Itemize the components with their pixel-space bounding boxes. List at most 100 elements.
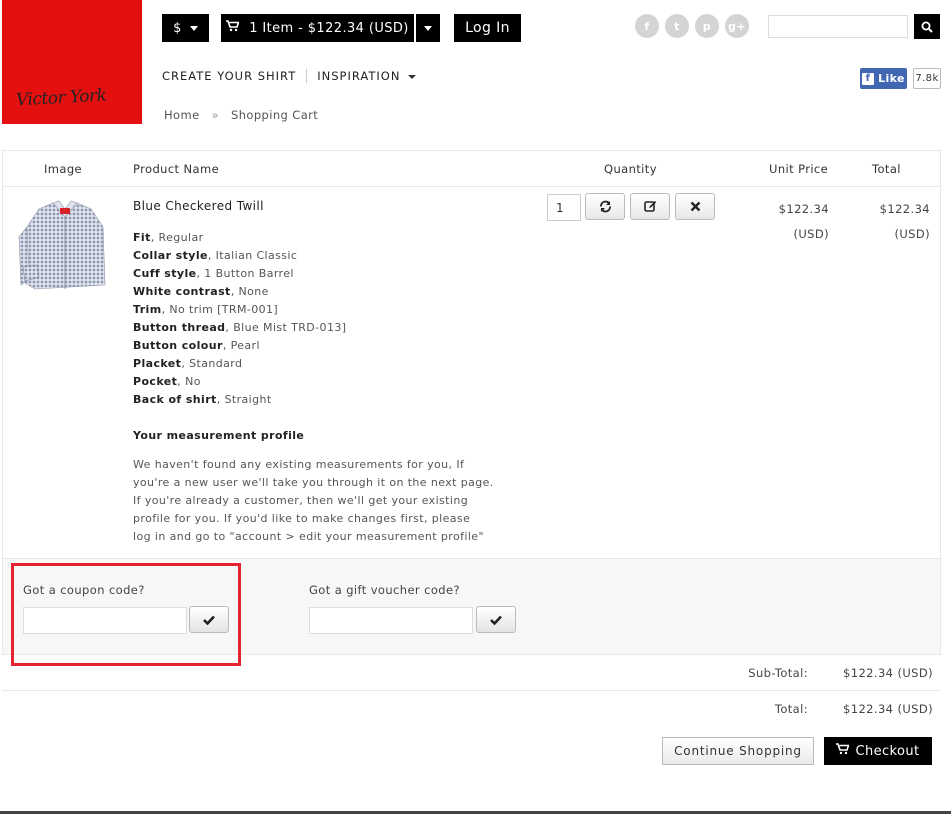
- breadcrumb-home[interactable]: Home: [164, 108, 200, 122]
- quantity-input[interactable]: 1: [547, 194, 581, 221]
- header-total: Total: [872, 162, 901, 176]
- apply-voucher-button[interactable]: [476, 606, 516, 633]
- table-row: Blue Checkered Twill Fit, Regular Collar…: [3, 187, 940, 559]
- nav-create-your-shirt[interactable]: CREATE YOUR SHIRT: [162, 69, 296, 83]
- measure-line: If you're already a customer, then we'll…: [133, 494, 469, 507]
- caret-down-icon: [424, 25, 432, 31]
- measure-line: We haven't found any existing measuremen…: [133, 458, 465, 471]
- option-key: Trim: [133, 303, 162, 316]
- edit-item-button[interactable]: [630, 193, 670, 220]
- option-key: Cuff style: [133, 267, 197, 280]
- header-quantity: Quantity: [604, 162, 657, 176]
- search-button[interactable]: [914, 14, 940, 39]
- option-key: Button thread: [133, 321, 226, 334]
- line-total-currency: (USD): [894, 227, 930, 241]
- cart-dropdown-toggle[interactable]: [416, 14, 440, 42]
- option-line: Button colour, Pearl: [133, 337, 346, 355]
- header-unit-price: Unit Price: [769, 162, 829, 176]
- pinterest-icon[interactable]: p: [695, 14, 719, 38]
- option-key: Fit: [133, 231, 151, 244]
- edit-icon: [643, 201, 656, 212]
- option-key: Button colour: [133, 339, 223, 352]
- measurement-profile-title: Your measurement profile: [133, 429, 305, 442]
- unit-price-value: $122.34: [778, 202, 829, 216]
- login-button[interactable]: Log In: [454, 14, 521, 42]
- unit-price-currency: (USD): [793, 227, 829, 241]
- shirt-product-image[interactable]: [17, 197, 113, 297]
- main-nav: CREATE YOUR SHIRT INSPIRATION: [162, 69, 417, 83]
- option-line: Collar style, Italian Classic: [133, 247, 346, 265]
- caret-down-icon: [189, 25, 198, 31]
- option-value: , 1 Button Barrel: [196, 267, 294, 280]
- fb-like-label: Like: [878, 72, 905, 85]
- total-label: Total:: [774, 702, 808, 716]
- checkout-label: Checkout: [855, 743, 920, 759]
- search-input[interactable]: [768, 15, 908, 38]
- cart-table: Image Product Name Quantity Unit Price T…: [2, 150, 941, 560]
- line-total-value: $122.34: [879, 202, 930, 216]
- subtotal-row: Sub-Total: $122.34 (USD): [2, 655, 941, 691]
- option-line: Placket, Standard: [133, 355, 346, 373]
- nav-inspiration-label: INSPIRATION: [317, 69, 401, 83]
- refresh-icon: [599, 200, 611, 213]
- option-line: Fit, Regular: [133, 229, 346, 247]
- line-total: $122.34 (USD): [880, 197, 930, 247]
- currency-label: $: [173, 20, 182, 36]
- option-value: , Italian Classic: [207, 249, 298, 262]
- option-value: , None: [230, 285, 269, 298]
- gift-voucher-input[interactable]: [309, 607, 473, 634]
- search-icon: [921, 21, 933, 33]
- option-line: Pocket, No: [133, 373, 346, 391]
- option-key: Collar style: [133, 249, 208, 262]
- remove-item-button[interactable]: [675, 193, 715, 220]
- cart-summary: 1 Item - $122.34 (USD): [249, 20, 409, 36]
- option-key: Back of shirt: [133, 393, 217, 406]
- option-value: , No: [177, 375, 201, 388]
- brand-logo[interactable]: Victor York: [2, 0, 142, 124]
- option-key: White contrast: [133, 285, 231, 298]
- cart-button[interactable]: 1 Item - $122.34 (USD): [221, 14, 414, 42]
- nav-inspiration[interactable]: INSPIRATION: [317, 69, 417, 83]
- option-value: , Straight: [216, 393, 272, 406]
- option-line: Button thread, Blue Mist TRD-013]: [133, 319, 346, 337]
- header-image: Image: [44, 162, 83, 176]
- facebook-icon[interactable]: f: [635, 14, 659, 38]
- total-row: Total: $122.34 (USD): [2, 691, 941, 727]
- cart-icon: [226, 20, 240, 36]
- checkmark-icon: [490, 615, 502, 625]
- currency-dropdown[interactable]: $: [162, 14, 209, 42]
- logo-text: Victor York: [15, 85, 107, 111]
- voucher-label: Got a gift voucher code?: [309, 583, 460, 597]
- option-key: Placket: [133, 357, 182, 370]
- social-links: f t p g+: [635, 14, 749, 38]
- option-key: Pocket: [133, 375, 178, 388]
- facebook-icon: f: [862, 72, 875, 85]
- option-line: White contrast, None: [133, 283, 346, 301]
- breadcrumb: Home » Shopping Cart: [164, 108, 318, 122]
- product-name-link[interactable]: Blue Checkered Twill: [133, 199, 264, 213]
- total-value: $122.34 (USD): [843, 702, 933, 716]
- subtotal-value: $122.34 (USD): [843, 666, 933, 680]
- breadcrumb-current[interactable]: Shopping Cart: [231, 108, 318, 122]
- unit-price: $122.34 (USD): [779, 197, 829, 247]
- facebook-like-button[interactable]: f Like: [860, 68, 907, 89]
- measure-line: profile for you. If you'd like to make c…: [133, 512, 471, 525]
- checkout-button[interactable]: Checkout: [824, 737, 932, 765]
- option-line: Cuff style, 1 Button Barrel: [133, 265, 346, 283]
- update-quantity-button[interactable]: [585, 193, 625, 220]
- fb-like-count: 7.8k: [913, 68, 941, 89]
- caret-down-icon: [408, 74, 417, 79]
- coupon-highlight-box: [11, 563, 241, 666]
- continue-shopping-button[interactable]: Continue Shopping: [662, 737, 814, 765]
- twitter-icon[interactable]: t: [665, 14, 689, 38]
- breadcrumb-separator: »: [211, 108, 219, 122]
- measure-line: log in and go to "account > edit your me…: [133, 530, 484, 543]
- remove-icon: [690, 201, 700, 212]
- google-plus-icon[interactable]: g+: [725, 14, 749, 38]
- option-value: , No trim [TRM-001]: [161, 303, 279, 316]
- subtotal-label: Sub-Total:: [748, 666, 808, 680]
- measurement-profile-text: We haven't found any existing measuremen…: [133, 456, 523, 546]
- option-value: , Pearl: [222, 339, 260, 352]
- product-options: Fit, Regular Collar style, Italian Class…: [133, 229, 346, 409]
- option-value: , Blue Mist TRD-013]: [225, 321, 347, 334]
